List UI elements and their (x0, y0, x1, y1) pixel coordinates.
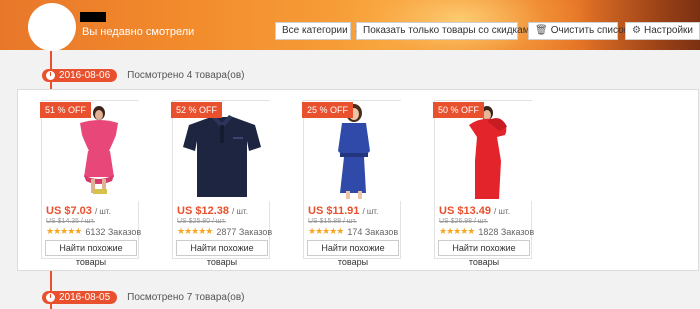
old-price: US $15.88 / шт. (308, 218, 357, 225)
settings-button[interactable]: ⚙Настройки⌄ (625, 22, 700, 40)
price: US $7.03 / шт. (46, 205, 111, 217)
date-group-header: 2016-08-06 Посмотрено 4 товара(ов) (42, 68, 244, 82)
orders-count: 2877 Заказов (216, 226, 273, 237)
discount-filter-button[interactable]: Показать только товары со скидками (356, 22, 535, 40)
rating: ★★★★★ 2877 Заказов (177, 226, 272, 237)
price-value: US $7.03 (46, 205, 92, 217)
rating: ★★★★★ 174 Заказов (308, 226, 398, 237)
product-card[interactable]: 52 % OFF US $12.38 / шт. US $25.80 / шт.… (171, 100, 272, 267)
date-group-header: 2016-08-05 Посмотрено 7 товара(ов) (42, 290, 244, 304)
price: US $12.38 / шт. (177, 205, 248, 217)
product-card[interactable]: 25 % OFF US $11.91 / шт. US $15.88 / шт.… (302, 100, 402, 267)
date-label: 2016-08-05 (59, 291, 111, 303)
discount-badge: 25 % OFF (302, 102, 354, 118)
category-select-label: Все категории (282, 25, 348, 36)
price-unit: / шт. (94, 207, 111, 216)
orders-count: 1828 Заказов (478, 226, 535, 237)
price-unit: / шт. (494, 207, 510, 216)
orders-count: 174 Заказов (347, 226, 399, 237)
orders-count: 6132 Заказов (85, 226, 142, 237)
viewed-count: Посмотрено 4 товара(ов) (127, 69, 245, 81)
stars-icon: ★★★★★ (177, 226, 213, 236)
settings-label: Настройки (643, 25, 694, 36)
viewed-count: Посмотрено 7 товара(ов) (127, 291, 245, 303)
price-unit: / шт. (362, 207, 379, 216)
rating: ★★★★★ 1828 Заказов (439, 226, 534, 237)
username-redacted (80, 12, 106, 22)
find-similar-button[interactable]: Найти похожие товары (307, 240, 399, 267)
old-price: US $25.80 / шт. (177, 218, 226, 225)
rating: ★★★★★ 6132 Заказов (46, 226, 141, 237)
product-card[interactable]: 51 % OFF US $7.03 / шт. US $14.35 / шт. … (40, 100, 141, 267)
stars-icon: ★★★★★ (308, 226, 344, 236)
stars-icon: ★★★★★ (439, 226, 475, 236)
date-pill: 2016-08-05 (42, 290, 118, 304)
price-value: US $13.49 (439, 205, 491, 217)
find-similar-button[interactable]: Найти похожие товары (45, 240, 137, 267)
clear-list-label: Очистить список (550, 25, 629, 36)
old-price: US $26.98 / шт. (439, 218, 488, 225)
old-price: US $14.35 / шт. (46, 218, 95, 225)
find-similar-button[interactable]: Найти похожие товары (176, 240, 268, 267)
discount-badge: 50 % OFF (433, 102, 485, 118)
price-unit: / шт. (232, 207, 248, 216)
date-pill: 2016-08-06 (42, 68, 118, 82)
product-card[interactable]: 50 % OFF US $13.49 / шт. US $26.98 / шт.… (433, 100, 534, 267)
price: US $11.91 / шт. (308, 205, 378, 217)
avatar[interactable] (28, 3, 76, 51)
date-label: 2016-08-06 (59, 69, 111, 81)
page-title: Вы недавно смотрели (82, 26, 195, 38)
gear-icon: ⚙ (632, 25, 641, 36)
stars-icon: ★★★★★ (46, 226, 82, 236)
price: US $13.49 / шт. (439, 205, 510, 217)
discount-badge: 51 % OFF (40, 102, 92, 118)
clear-list-button[interactable]: 🗑 Очистить список (528, 22, 628, 40)
clock-icon (46, 292, 55, 302)
category-select[interactable]: Все категории⌄ (275, 22, 360, 40)
trash-icon: 🗑 (535, 25, 548, 36)
price-value: US $12.38 (177, 205, 229, 217)
price-value: US $11.91 (308, 205, 360, 217)
find-similar-button[interactable]: Найти похожие товары (438, 240, 530, 267)
clock-icon (46, 70, 55, 80)
discount-badge: 52 % OFF (171, 102, 223, 118)
